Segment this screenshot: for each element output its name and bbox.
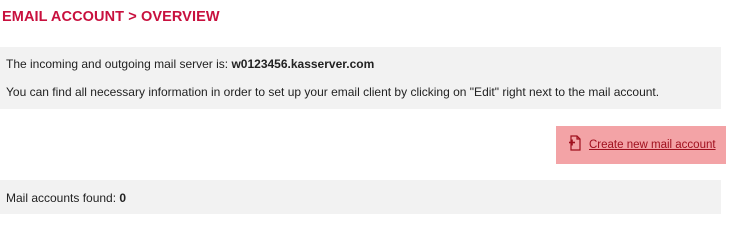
create-mail-account-link[interactable]: Create new mail account [589,139,716,151]
server-info-panel: The incoming and outgoing mail server is… [0,47,721,109]
server-hostname: w0123456.kasserver.com [231,57,375,71]
page-title: EMAIL ACCOUNT > OVERVIEW [2,9,220,25]
setup-help-text: You can find all necessary information i… [6,85,660,99]
create-mail-account-button[interactable]: Create new mail account [556,126,726,164]
accounts-found-line: Mail accounts found: 0 [6,191,126,205]
accounts-summary-panel: Mail accounts found: 0 [0,180,721,214]
server-label: The incoming and outgoing mail server is… [6,57,229,71]
accounts-found-label: Mail accounts found: [6,191,117,205]
accounts-found-count: 0 [119,191,127,205]
new-document-plus-icon [568,135,582,152]
server-info-line: The incoming and outgoing mail server is… [6,57,374,71]
